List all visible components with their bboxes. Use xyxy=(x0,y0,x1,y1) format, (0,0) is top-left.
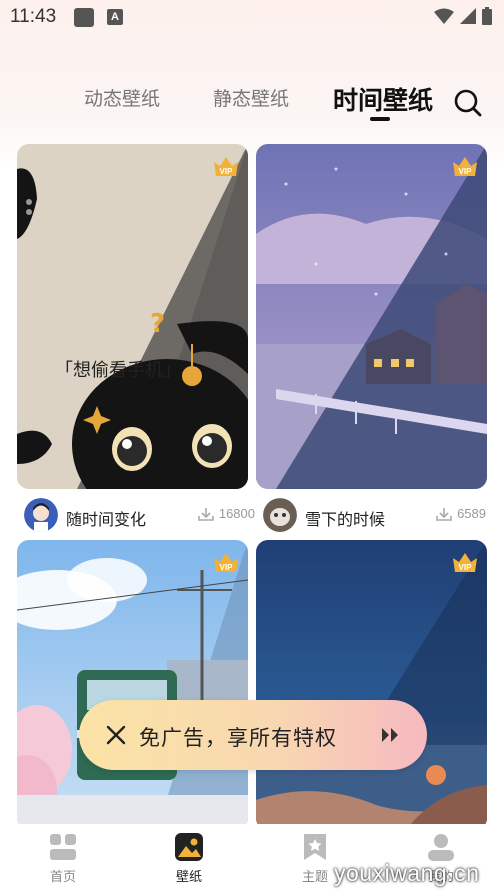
nav-label: 首页 xyxy=(49,870,76,885)
vip-badge-icon: VIP xyxy=(214,157,238,176)
tab-static-wallpaper[interactable]: 静态壁纸 xyxy=(213,84,289,111)
keyboard-notification-icon: A xyxy=(107,9,123,25)
search-icon[interactable] xyxy=(453,88,483,118)
wallpaper-card[interactable]: VIP xyxy=(256,144,487,489)
download-count-value: 6589 xyxy=(457,506,486,521)
status-time: 11:43 xyxy=(10,6,57,27)
category-tabs: 动态壁纸 静态壁纸 时间壁纸 xyxy=(0,70,504,130)
promo-text: 免广告，享所有特权 xyxy=(139,726,337,750)
vip-badge-icon: VIP xyxy=(214,553,238,572)
wallpaper-icon xyxy=(175,833,203,861)
close-icon[interactable] xyxy=(105,724,127,746)
tab-time-wallpaper[interactable]: 时间壁纸 xyxy=(333,81,433,117)
author-name[interactable]: 随时间变化 xyxy=(66,506,146,530)
profile-icon xyxy=(428,834,454,861)
wallpaper-thumbnail-sea xyxy=(256,540,487,830)
vip-badge-icon: VIP xyxy=(453,157,477,176)
svg-text:VIP: VIP xyxy=(459,167,473,176)
svg-text:VIP: VIP xyxy=(459,563,473,572)
wallpaper-card[interactable]: VIP xyxy=(256,540,487,830)
wallpaper-thumbnail-tram xyxy=(17,540,248,830)
wallpaper-card[interactable]: VIP xyxy=(17,540,248,830)
wallpaper-meta: 雪下的时候 6589 xyxy=(263,496,494,536)
download-icon xyxy=(198,507,214,521)
status-bar: 11:43 A xyxy=(0,0,504,36)
vip-promo-banner[interactable]: 免广告，享所有特权 xyxy=(79,700,427,770)
svg-text:?: ? xyxy=(150,309,165,339)
download-count-value: 16800 xyxy=(218,506,255,521)
nav-label: 壁纸 xyxy=(175,870,202,885)
wifi-icon xyxy=(434,8,454,24)
theme-icon xyxy=(304,834,326,860)
battery-icon xyxy=(482,7,492,25)
avatar[interactable] xyxy=(24,498,58,532)
avatar[interactable] xyxy=(263,498,297,532)
author-name[interactable]: 雪下的时候 xyxy=(305,506,385,530)
svg-text:VIP: VIP xyxy=(220,167,234,176)
active-tab-indicator xyxy=(370,117,390,121)
notification-icon xyxy=(74,8,94,27)
wallpaper-thumbnail-cat: ? 「想偷看手机」 xyxy=(17,144,248,489)
svg-text:VIP: VIP xyxy=(220,563,234,572)
wallpaper-card[interactable]: ? 「想偷看手机」 VIP xyxy=(17,144,248,489)
status-indicators xyxy=(434,7,492,25)
wallpaper-meta: 随时间变化 16800 xyxy=(24,496,255,536)
site-watermark: youxiwang.cn xyxy=(334,860,480,886)
vip-badge-icon: VIP xyxy=(453,553,477,572)
download-icon xyxy=(436,507,452,521)
art-caption: 「想偷看手机」 xyxy=(55,360,181,381)
nav-item-home[interactable]: 首页 xyxy=(33,832,93,885)
double-chevron-right-icon xyxy=(382,728,398,742)
tab-dynamic-wallpaper[interactable]: 动态壁纸 xyxy=(84,84,160,111)
wallpaper-thumbnail-snow xyxy=(256,144,487,489)
home-icon xyxy=(50,834,76,860)
signal-icon xyxy=(460,8,476,24)
nav-item-wallpaper[interactable]: 壁纸 xyxy=(159,832,219,885)
download-count: 16800 xyxy=(198,506,255,521)
download-count: 6589 xyxy=(436,506,486,521)
